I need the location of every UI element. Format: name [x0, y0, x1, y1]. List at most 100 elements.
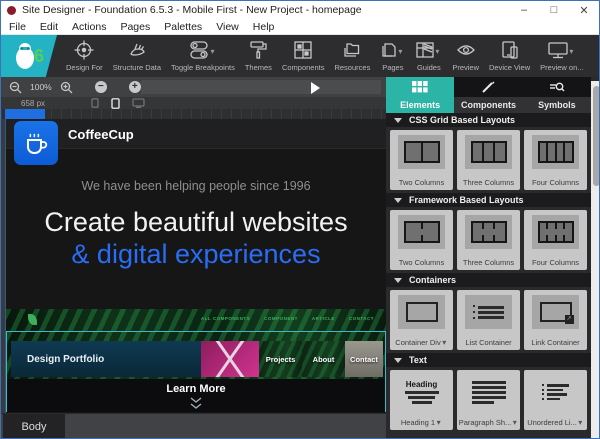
menu-file[interactable]: File — [9, 21, 26, 33]
scrollbar-thumb[interactable] — [593, 86, 600, 186]
element-card-heading[interactable]: Heading Heading 1 — [390, 370, 453, 430]
menu-view[interactable]: View — [216, 21, 239, 33]
width-ruler[interactable] — [1, 109, 386, 119]
dropdown-arrow-icon[interactable] — [511, 418, 518, 427]
portfolio-link[interactable]: Projects — [266, 355, 296, 364]
portfolio-tile-contact[interactable]: Contact — [345, 341, 383, 377]
toolbar-structure-data[interactable]: Structure Data — [108, 35, 166, 77]
portfolio-tile-image[interactable] — [201, 341, 259, 377]
element-card-list-container[interactable]: List Container — [457, 290, 520, 350]
element-card-two-columns[interactable]: Two Columns — [390, 210, 453, 270]
card-label: Paragraph Sh... — [459, 418, 512, 427]
paint-roller-icon — [248, 40, 268, 60]
collapse-triangle-icon[interactable] — [394, 278, 402, 283]
toolbar-components[interactable]: Components — [277, 35, 330, 77]
close-button[interactable]: ✕ — [569, 1, 599, 19]
selected-section[interactable]: Design Portfolio Projects About Contact … — [6, 331, 386, 412]
toolbar-toggle-breakpoints[interactable]: Toggle Breakpoints — [166, 35, 240, 77]
collapse-triangle-icon[interactable] — [394, 358, 402, 363]
site-navbar[interactable] — [6, 119, 386, 149]
menu-actions[interactable]: Actions — [72, 21, 106, 33]
dropdown-arrow-icon[interactable] — [210, 41, 217, 59]
selected-element-tag[interactable]: Body — [3, 414, 65, 439]
leaf-logo-icon — [28, 314, 37, 325]
element-card-three-columns[interactable]: Three Columns — [457, 210, 520, 270]
breakpoint-marker-icon[interactable] — [311, 82, 320, 94]
learn-more-link[interactable]: Learn More — [166, 383, 225, 395]
site-tagline[interactable]: We have been helping people since 1996 — [6, 179, 386, 193]
section-header-text[interactable]: Text — [386, 353, 591, 367]
symbols-search-icon — [549, 81, 565, 94]
toolbar-design-for[interactable]: Design For — [61, 35, 108, 77]
tab-components[interactable]: Components — [454, 77, 522, 113]
element-card-unordered-list[interactable]: Unordered Li... — [524, 370, 587, 430]
toolbar-preview[interactable]: Preview — [447, 35, 484, 77]
portfolio-title[interactable]: Design Portfolio — [27, 354, 104, 365]
portfolio-tile-about[interactable]: About — [302, 341, 345, 377]
breakpoint-track[interactable] — [141, 80, 381, 94]
coffeecup-logo-button[interactable]: 6 — [1, 35, 57, 77]
dropdown-arrow-icon[interactable] — [435, 41, 442, 59]
demo-nav-link[interactable]: CONTACT — [349, 316, 374, 321]
portfolio-link[interactable]: About — [313, 355, 335, 364]
main-toolbar: 6 Design For Structure Data Toggle Break… — [1, 35, 599, 77]
breakpoint-range-indicator[interactable] — [5, 109, 45, 119]
chevron-down-icon[interactable] — [188, 397, 204, 410]
portfolio-link[interactable]: Contact — [350, 355, 378, 364]
demo-nav-link[interactable]: COMPONENT — [264, 316, 298, 321]
collapse-triangle-icon[interactable] — [394, 118, 402, 123]
section-cards: Container Div List Container ↗ Link Cont… — [386, 287, 591, 353]
toolbar-preview-on[interactable]: Preview on... — [535, 35, 588, 77]
dropdown-arrow-icon[interactable] — [435, 418, 442, 427]
toolbar-pages[interactable]: Pages — [375, 35, 410, 77]
site-headline-line1[interactable]: Create beautiful websites — [6, 207, 386, 238]
section-header-framework[interactable]: Framework Based Layouts — [386, 193, 591, 207]
section-header-css-grid[interactable]: CSS Grid Based Layouts — [386, 113, 591, 127]
portfolio-banner[interactable]: Design Portfolio — [11, 341, 201, 377]
dropdown-arrow-icon[interactable] — [441, 338, 448, 347]
remove-breakpoint-button[interactable]: − — [95, 81, 107, 93]
tab-elements[interactable]: Elements — [386, 77, 454, 113]
menu-palettes[interactable]: Palettes — [164, 21, 202, 33]
toolbar-label: Themes — [245, 63, 272, 72]
portfolio-tile-projects[interactable]: Projects — [259, 341, 302, 377]
demo-nav-link[interactable]: ALL COMPONENTS — [201, 316, 250, 321]
zoom-in-icon[interactable] — [60, 81, 73, 94]
tab-symbols[interactable]: Symbols — [523, 77, 591, 113]
element-card-container-div[interactable]: Container Div — [390, 290, 453, 350]
menu-edit[interactable]: Edit — [40, 21, 58, 33]
add-breakpoint-button[interactable]: + — [129, 81, 141, 93]
site-brand-text[interactable]: CoffeeCup — [68, 127, 134, 142]
phone-icon[interactable] — [111, 98, 120, 109]
element-card-four-columns[interactable]: Four Columns — [524, 210, 587, 270]
minimize-button[interactable]: – — [509, 1, 539, 19]
toolbar-themes[interactable]: Themes — [240, 35, 277, 77]
element-card-three-columns[interactable]: Three Columns — [457, 130, 520, 190]
section-header-containers[interactable]: Containers — [386, 273, 591, 287]
zoom-out-icon[interactable] — [9, 81, 22, 94]
dropdown-arrow-icon[interactable] — [577, 418, 584, 427]
site-headline-line2[interactable]: & digital experiences — [6, 239, 386, 270]
toolbar-guides[interactable]: Guides — [410, 35, 447, 77]
element-card-four-columns[interactable]: Four Columns — [524, 130, 587, 190]
dropdown-arrow-icon[interactable] — [398, 41, 405, 59]
element-card-two-columns[interactable]: Two Columns — [390, 130, 453, 190]
design-canvas[interactable]: CoffeeCup We have been helping people si… — [5, 119, 386, 413]
demo-banner-image[interactable]: ALL COMPONENTS COMPONENT ARTICLE CONTACT — [6, 309, 386, 331]
element-card-link-container[interactable]: ↗ Link Container — [524, 290, 587, 350]
element-card-paragraph[interactable]: Paragraph Sh... — [457, 370, 520, 430]
panel-scrollbar[interactable] — [591, 81, 600, 438]
toolbar-device-view[interactable]: Device View — [484, 35, 535, 77]
collapse-triangle-icon[interactable] — [394, 198, 402, 203]
zoom-bar: 100% − + — [1, 77, 386, 97]
dropdown-arrow-icon[interactable] — [569, 41, 576, 59]
maximize-button[interactable]: □ — [539, 1, 569, 19]
menu-help[interactable]: Help — [253, 21, 275, 33]
portfolio-strip[interactable]: Projects About Contact — [201, 341, 383, 377]
site-logo[interactable] — [14, 121, 58, 165]
desktop-icon[interactable] — [132, 98, 145, 108]
toolbar-resources[interactable]: Resources — [329, 35, 375, 77]
demo-nav-link[interactable]: ARTICLE — [312, 316, 335, 321]
phone-small-icon[interactable] — [91, 98, 99, 108]
menu-pages[interactable]: Pages — [120, 21, 150, 33]
